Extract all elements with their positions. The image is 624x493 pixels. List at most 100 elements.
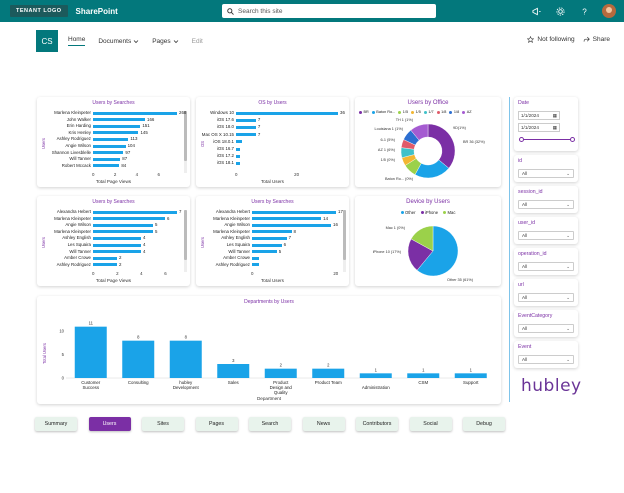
slicer-dropdown[interactable]: All ⌄ — [518, 262, 574, 271]
megaphone-icon[interactable] — [530, 5, 542, 17]
slider-handle-end[interactable] — [570, 136, 575, 142]
users-by-searches-chart: Users by Searches Users Total Page Views… — [37, 97, 190, 187]
date-from-input[interactable]: 1/1/2024 ▦ — [518, 111, 560, 120]
nav-button-contributors[interactable]: Contributors — [356, 417, 398, 431]
nav-documents[interactable]: Documents — [98, 36, 139, 46]
bar[interactable] — [217, 364, 250, 378]
follow-button[interactable]: Not following — [527, 36, 575, 43]
bar[interactable] — [252, 210, 336, 214]
nav-button-debug[interactable]: Debug — [463, 417, 505, 431]
bar[interactable] — [169, 340, 202, 378]
svg-text:?: ? — [582, 7, 587, 15]
bar[interactable] — [93, 124, 141, 128]
bar[interactable] — [93, 131, 139, 135]
bar[interactable] — [93, 223, 153, 227]
scrollbar[interactable] — [184, 111, 187, 173]
bar[interactable] — [252, 236, 287, 241]
bar[interactable] — [93, 111, 177, 115]
bar-label: iOS 18.0 — [216, 124, 234, 130]
calendar-icon[interactable]: ▦ — [553, 113, 557, 119]
nav-edit[interactable]: Edit — [192, 36, 203, 46]
bar[interactable] — [264, 368, 297, 378]
bar[interactable] — [122, 340, 155, 378]
gear-icon[interactable] — [554, 5, 566, 17]
slider-handle-start[interactable] — [519, 136, 524, 142]
bar[interactable] — [93, 210, 177, 214]
sharepoint-app-name[interactable]: SharePoint — [76, 7, 118, 16]
bar[interactable] — [93, 256, 117, 260]
site-search-box[interactable] — [222, 4, 436, 18]
bar[interactable] — [93, 137, 129, 142]
donut-chart[interactable]: TH 1 (1%) Louisiana 1 (1%) 6-1 (5%) AZ 1 (6… — [355, 115, 501, 185]
bar[interactable] — [74, 326, 107, 378]
bar[interactable] — [93, 250, 141, 254]
bar[interactable] — [93, 118, 146, 122]
nav-button-pages[interactable]: Pages — [195, 417, 238, 431]
bar[interactable] — [236, 154, 241, 158]
help-icon[interactable]: ? — [578, 5, 590, 17]
share-icon — [583, 36, 590, 42]
bar[interactable] — [236, 133, 256, 137]
nav-button-social[interactable]: Social — [409, 417, 452, 431]
chart-title: Users by Searches — [92, 100, 135, 106]
search-input[interactable] — [238, 7, 418, 15]
bar[interactable] — [236, 140, 242, 144]
bar[interactable] — [252, 250, 277, 254]
bar-value-label: 97 — [125, 149, 131, 155]
site-logo[interactable]: CS — [36, 30, 58, 52]
bar[interactable] — [252, 243, 282, 247]
nav-button-sites[interactable]: Sites — [142, 417, 184, 431]
pie-chart[interactable]: Mac 1 (0%) iPhone 10 (17%) Other 35 (61%) — [355, 215, 501, 285]
chart-title: Device by Users — [406, 199, 450, 205]
bar[interactable] — [407, 373, 440, 378]
nav-home[interactable]: Home — [68, 36, 86, 46]
bar[interactable] — [93, 217, 165, 221]
bar[interactable] — [93, 157, 121, 161]
bar[interactable] — [93, 243, 141, 247]
bar[interactable] — [236, 147, 241, 151]
pie-slice[interactable] — [427, 123, 456, 169]
user-avatar[interactable] — [602, 4, 616, 18]
bar[interactable] — [236, 111, 338, 115]
scrollbar[interactable] — [343, 210, 346, 272]
slicer-dropdown[interactable]: All ⌄ — [518, 231, 574, 240]
tenant-logo[interactable]: TENANT LOGO — [10, 5, 68, 17]
bar[interactable] — [252, 230, 292, 234]
bar-value-label: 2 — [119, 255, 122, 261]
bar[interactable] — [359, 373, 392, 378]
date-to-input[interactable]: 1/1/2024 ▦ — [518, 123, 560, 132]
nav-button-news[interactable]: News — [302, 417, 345, 431]
category-label: Support — [463, 380, 479, 385]
bar[interactable] — [93, 263, 117, 267]
calendar-icon[interactable]: ▦ — [553, 125, 557, 131]
bar[interactable] — [252, 217, 322, 221]
share-button[interactable]: Share — [583, 36, 610, 43]
bar[interactable] — [93, 151, 124, 155]
scrollbar[interactable] — [184, 210, 187, 272]
nav-button-search[interactable]: Search — [249, 417, 291, 431]
nav-button-summary[interactable]: Summary — [35, 417, 77, 431]
date-range-slider[interactable] — [519, 136, 575, 142]
bar[interactable] — [252, 223, 332, 227]
slicer-dropdown[interactable]: All ⌄ — [518, 324, 574, 333]
slicer-dropdown[interactable]: All ⌄ — [518, 169, 574, 178]
slicer-dropdown[interactable]: All ⌄ — [518, 355, 574, 364]
bar-value-label: 1 — [422, 367, 425, 372]
nav-button-users[interactable]: Users — [88, 417, 131, 431]
bar[interactable] — [312, 368, 345, 378]
bar[interactable] — [236, 125, 256, 130]
slicer-dropdown[interactable]: All ⌄ — [518, 293, 574, 302]
chevron-down-icon: ⌄ — [566, 264, 570, 269]
bar[interactable] — [93, 144, 126, 148]
bar-label: Ashley Rodriguez — [215, 261, 250, 267]
nav-pages[interactable]: Pages — [152, 36, 178, 46]
bar[interactable] — [252, 256, 260, 260]
bar[interactable] — [93, 236, 141, 241]
bar[interactable] — [236, 161, 241, 166]
bar[interactable] — [252, 263, 260, 267]
slicer-dropdown[interactable]: All ⌄ — [518, 200, 574, 209]
bar[interactable] — [236, 118, 256, 122]
bar[interactable] — [93, 230, 153, 234]
bar[interactable] — [93, 164, 120, 168]
bar[interactable] — [454, 373, 487, 378]
